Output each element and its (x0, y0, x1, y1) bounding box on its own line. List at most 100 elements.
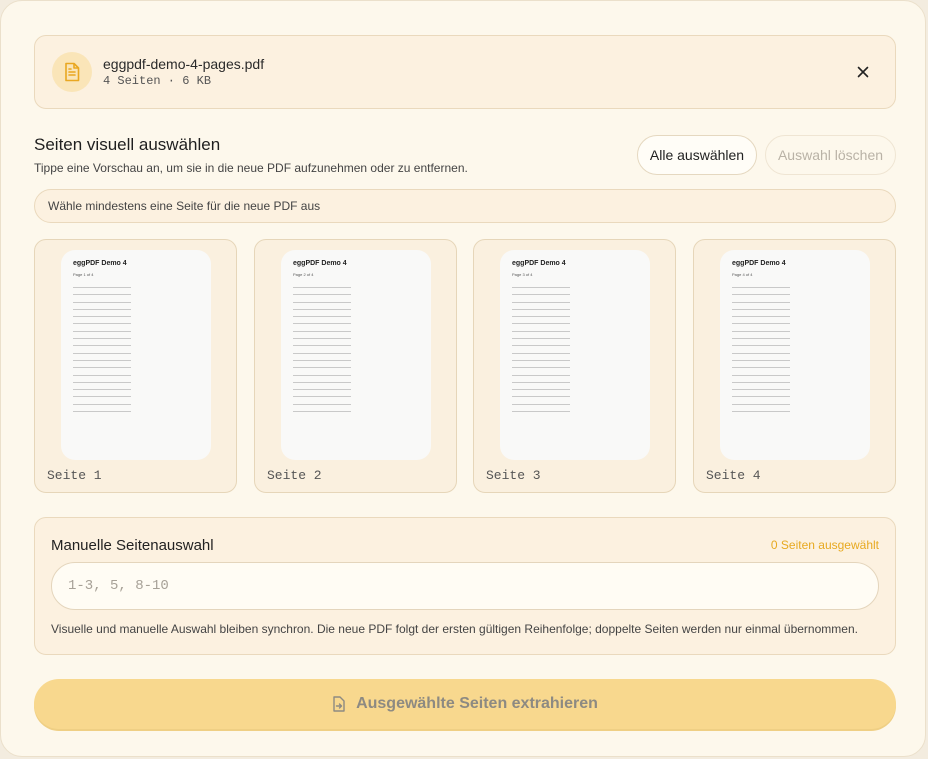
thumbnail-text-line (732, 330, 790, 332)
thumbnail-text-line (293, 389, 351, 391)
page-thumbnail: eggPDF Demo 4 Page 1 of 4 (61, 250, 211, 460)
thumbnail-text-lines (512, 287, 570, 418)
thumbnail-text-lines (293, 287, 351, 418)
thumbnail-text-line (512, 294, 570, 296)
thumbnail-text-line (732, 301, 790, 303)
thumbnail-text-line (512, 352, 570, 354)
thumbnail-text-line (732, 411, 790, 413)
thumbnail-text-line (293, 301, 351, 303)
thumbnail-text-line (512, 316, 570, 318)
thumbnail-text-line (73, 389, 131, 391)
thumbnail-text-line (512, 396, 570, 398)
thumbnail-text-line (73, 374, 131, 376)
thumbnail-text-line (732, 323, 790, 325)
thumbnail-title: eggPDF Demo 4 (293, 260, 347, 267)
thumbnail-text-line (732, 374, 790, 376)
thumbnail-text-line (293, 359, 351, 361)
thumbnail-text-line (293, 345, 351, 347)
thumbnail-text-line (293, 308, 351, 310)
thumbnail-text-line (732, 352, 790, 354)
thumbnail-text-line (73, 352, 131, 354)
thumbnail-text-line (732, 308, 790, 310)
thumbnail-text-line (512, 403, 570, 405)
thumbnail-text-line (732, 287, 790, 288)
thumbnail-text-line (512, 308, 570, 310)
page-card[interactable]: eggPDF Demo 4 Page 1 of 4 Seite 1 (34, 239, 237, 493)
thumbnail-text-line (73, 287, 131, 288)
close-button[interactable] (853, 62, 873, 82)
thumbnail-title: eggPDF Demo 4 (512, 260, 566, 267)
thumbnail-text-line (73, 396, 131, 398)
page-label: Seite 1 (47, 468, 102, 483)
page-card[interactable]: eggPDF Demo 4 Page 4 of 4 Seite 4 (693, 239, 896, 493)
thumbnail-text-line (512, 323, 570, 325)
thumbnail-text-line (293, 411, 351, 413)
section-subtitle: Tippe eine Vorschau an, um sie in die ne… (34, 161, 468, 175)
page-label: Seite 3 (486, 468, 541, 483)
manual-selection-title: Manuelle Seitenauswahl (51, 537, 214, 554)
thumbnail-text-line (732, 359, 790, 361)
thumbnail-text-line (293, 403, 351, 405)
thumbnail-text-line (512, 287, 570, 288)
manual-selection-card: Manuelle Seitenauswahl 0 Seiten ausgewäh… (34, 517, 896, 655)
thumbnail-text-line (73, 301, 131, 303)
thumbnail-text-line (512, 338, 570, 340)
section-title: Seiten visuell auswählen (34, 135, 221, 154)
thumbnail-text-line (293, 294, 351, 296)
extract-label: Ausgewählte Seiten extrahieren (356, 695, 598, 712)
thumbnail-text-line (73, 411, 131, 413)
thumbnail-text-lines (732, 287, 790, 418)
select-all-button[interactable]: Alle auswählen (637, 135, 757, 175)
file-card: eggpdf-demo-4-pages.pdf 4 Seiten · 6 KB (34, 35, 896, 109)
main-panel: eggpdf-demo-4-pages.pdf 4 Seiten · 6 KB … (0, 0, 926, 757)
page-label: Seite 2 (267, 468, 322, 483)
thumbnail-title: eggPDF Demo 4 (73, 260, 127, 267)
thumbnail-text-line (293, 396, 351, 398)
thumbnail-text-line (512, 359, 570, 361)
selection-hint: Wähle mindestens eine Seite für die neue… (34, 189, 896, 223)
thumbnail-text-line (732, 338, 790, 340)
thumbnail-text-line (512, 367, 570, 369)
thumbnail-text-line (73, 323, 131, 325)
thumbnail-text-line (293, 381, 351, 383)
file-meta: 4 Seiten · 6 KB (103, 74, 212, 88)
thumbnail-text-line (512, 301, 570, 303)
thumbnail-subtitle: Page 4 of 4 (732, 272, 753, 277)
document-icon (52, 52, 92, 92)
close-icon (857, 66, 869, 78)
thumbnail-text-line (293, 374, 351, 376)
thumbnail-text-line (732, 367, 790, 369)
extract-button[interactable]: Ausgewählte Seiten extrahieren (34, 679, 896, 729)
thumbnail-text-line (73, 381, 131, 383)
thumbnail-text-line (732, 294, 790, 296)
thumbnail-text-line (73, 367, 131, 369)
thumbnail-text-line (73, 330, 131, 332)
thumbnail-text-line (293, 352, 351, 354)
thumbnail-text-line (512, 330, 570, 332)
clear-selection-button[interactable]: Auswahl löschen (765, 135, 896, 175)
thumbnail-text-line (512, 345, 570, 347)
thumbnail-text-line (732, 381, 790, 383)
thumbnail-text-line (73, 294, 131, 296)
thumbnail-text-line (73, 359, 131, 361)
thumbnail-text-line (293, 316, 351, 318)
thumbnail-text-line (512, 389, 570, 391)
thumbnail-subtitle: Page 2 of 4 (293, 272, 314, 277)
page-card[interactable]: eggPDF Demo 4 Page 3 of 4 Seite 3 (473, 239, 676, 493)
thumbnail-text-line (732, 316, 790, 318)
thumbnail-text-line (293, 330, 351, 332)
file-name: eggpdf-demo-4-pages.pdf (103, 56, 265, 72)
thumbnail-text-line (293, 367, 351, 369)
page-card[interactable]: eggPDF Demo 4 Page 2 of 4 Seite 2 (254, 239, 457, 493)
thumbnail-title: eggPDF Demo 4 (732, 260, 786, 267)
thumbnail-text-line (732, 345, 790, 347)
page-thumbnail: eggPDF Demo 4 Page 3 of 4 (500, 250, 650, 460)
thumbnail-text-line (73, 308, 131, 310)
page-label: Seite 4 (706, 468, 761, 483)
extract-icon (333, 696, 345, 712)
page-range-input[interactable] (51, 562, 879, 610)
thumbnail-text-line (73, 338, 131, 340)
thumbnail-subtitle: Page 1 of 4 (73, 272, 94, 277)
thumbnail-text-line (73, 403, 131, 405)
thumbnail-text-lines (73, 287, 131, 418)
